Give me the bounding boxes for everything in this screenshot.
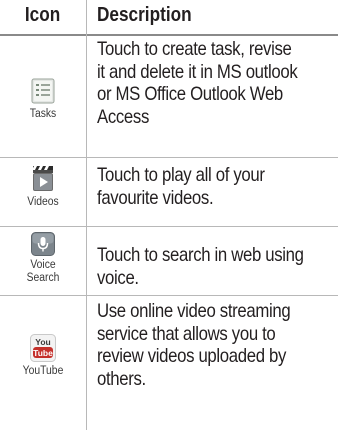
description-line: Touch to play all of your [97, 164, 265, 186]
description-line: favourite videos. [97, 186, 214, 209]
description-line: others. [97, 367, 146, 390]
app-table: Icon Description Tasks Touch to create t… [0, 0, 338, 430]
header-description-column: Description [97, 4, 207, 27]
icon-cell-tasks: Tasks [0, 78, 86, 121]
table-row-videos: Videos Touch to play all of your favouri… [0, 158, 338, 226]
icon-cell-youtube: You Tube YouTube [0, 334, 86, 378]
header-icon-label: Icon [25, 4, 61, 26]
description-voice-search: Touch to search in web using voice. [97, 244, 335, 289]
table-row-tasks: Tasks Touch to create task, revise it an… [0, 36, 338, 157]
voice-search-icon-label-line2: Search [26, 272, 60, 284]
description-tasks: Touch to create task, revise it and dele… [97, 38, 335, 128]
description-line: it and delete it in MS outlook [97, 60, 298, 83]
videos-icon [32, 166, 53, 191]
icon-cell-voice-search: Voice Search [0, 232, 86, 285]
description-line: Access [97, 105, 149, 128]
description-youtube: Use online video streaming service that … [97, 300, 335, 390]
tasks-icon [31, 78, 55, 104]
table-row-voice-search: Voice Search Touch to search in web usin… [0, 227, 338, 295]
description-line: or MS Office Outlook Web [97, 83, 283, 105]
description-line: service that allows you to [97, 322, 276, 345]
youtube-icon-text-tube: Tube [33, 348, 53, 358]
voice-search-icon [31, 232, 55, 256]
description-line: voice. [97, 266, 139, 289]
voice-search-icon-label-line1: Voice [30, 259, 56, 271]
header-description-label: Description [97, 4, 192, 26]
description-line: Use online video streaming [97, 300, 291, 322]
description-line: Touch to search in web using [97, 244, 304, 266]
youtube-icon: You Tube [30, 334, 56, 362]
description-line: review videos uploaded by [97, 345, 287, 367]
icon-cell-videos: Videos [0, 164, 86, 209]
description-line: Touch to create task, revise [97, 38, 292, 60]
videos-icon-label: Videos [27, 196, 59, 208]
description-videos: Touch to play all of your favourite vide… [97, 164, 335, 209]
table-row-youtube: You Tube YouTube Use online video stream… [0, 296, 338, 430]
header-icon-column: Icon [0, 4, 86, 27]
youtube-icon-label: YouTube [22, 365, 64, 377]
tasks-icon-label: Tasks [29, 108, 57, 120]
youtube-icon-text-you: You [35, 337, 50, 347]
